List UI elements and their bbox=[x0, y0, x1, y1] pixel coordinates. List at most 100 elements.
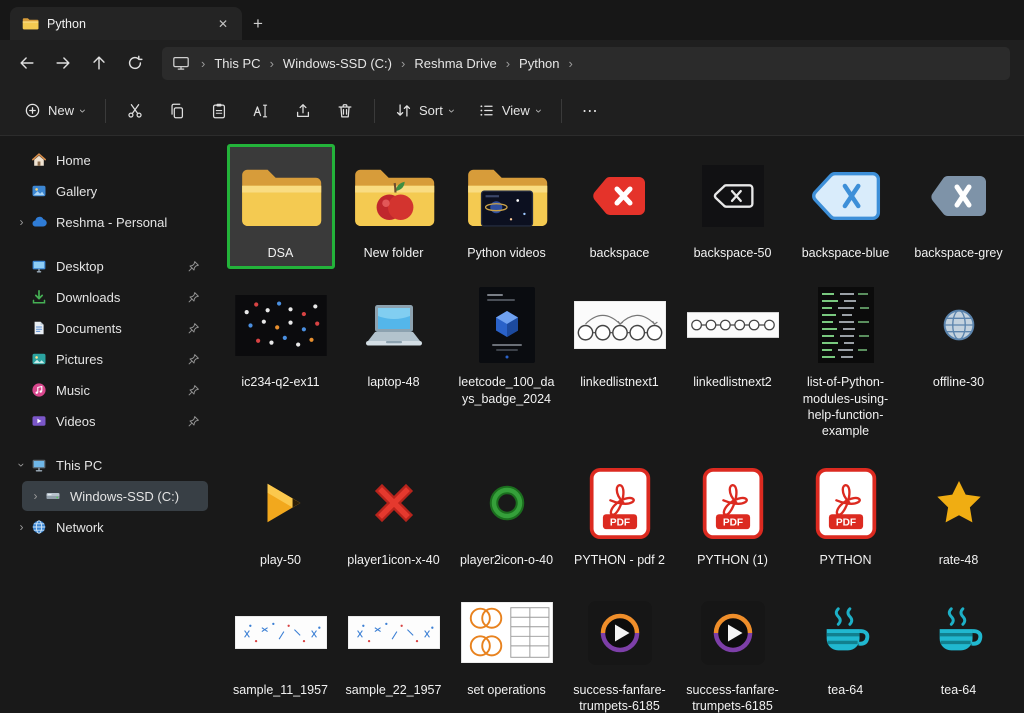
file-name: New folder bbox=[364, 245, 424, 261]
view-button[interactable]: View › bbox=[468, 95, 551, 126]
file-name: backspace bbox=[590, 245, 650, 261]
file-tile[interactable]: play-50 bbox=[227, 451, 335, 576]
file-tile[interactable]: success-fanfare-trumpets-6185 bbox=[566, 581, 674, 713]
file-tile[interactable]: backspace-blue bbox=[792, 144, 900, 269]
more-options-button[interactable]: ⋯ bbox=[572, 97, 609, 125]
expand-chevron-icon[interactable]: › bbox=[14, 216, 29, 228]
sidebar-item-label: Home bbox=[56, 153, 91, 168]
explorer-tab[interactable]: Python ✕ bbox=[10, 7, 242, 40]
breadcrumb-chevron-icon[interactable]: › bbox=[499, 56, 517, 71]
forward-button[interactable] bbox=[46, 47, 80, 79]
paste-button[interactable] bbox=[200, 94, 238, 128]
expand-chevron-icon[interactable]: › bbox=[14, 521, 29, 533]
sidebar-item-gallery[interactable]: Gallery bbox=[8, 176, 208, 206]
address-bar[interactable]: › This PC › Windows-SSD (C:) › Reshma Dr… bbox=[162, 47, 1010, 80]
sidebar-item-downloads[interactable]: Downloads bbox=[8, 282, 208, 312]
breadcrumb-windows-ssd[interactable]: Windows-SSD (C:) bbox=[281, 54, 394, 73]
file-tile[interactable]: backspace bbox=[566, 144, 674, 269]
toolbar-divider bbox=[374, 99, 375, 123]
linked-list-thumbnail bbox=[574, 279, 666, 371]
file-tile[interactable]: tea-64 bbox=[792, 581, 900, 713]
rename-button[interactable] bbox=[242, 94, 280, 128]
file-tile[interactable]: sample_11_1957 bbox=[227, 581, 335, 713]
file-tile[interactable]: PYTHON bbox=[792, 451, 900, 576]
collapse-chevron-icon[interactable]: › bbox=[16, 458, 28, 473]
file-tile[interactable]: linkedlistnext1 bbox=[566, 273, 674, 447]
view-list-icon bbox=[478, 102, 495, 119]
plus-icon: + bbox=[253, 14, 263, 34]
expand-chevron-icon[interactable]: › bbox=[28, 490, 43, 502]
sidebar-item-windows-ssd[interactable]: › Windows-SSD (C:) bbox=[22, 481, 208, 511]
refresh-icon bbox=[126, 54, 144, 72]
file-tile[interactable]: offline-30 bbox=[905, 273, 1013, 447]
back-button[interactable] bbox=[10, 47, 44, 79]
breadcrumb-this-pc[interactable]: This PC bbox=[212, 54, 262, 73]
copy-button[interactable] bbox=[158, 94, 196, 128]
file-tile[interactable]: New folder bbox=[340, 144, 448, 269]
breadcrumb-chevron-icon[interactable]: › bbox=[562, 56, 580, 71]
file-tile[interactable]: player2icon-o-40 bbox=[453, 451, 561, 576]
file-tile[interactable]: list-of-Python-modules-using-help-functi… bbox=[792, 273, 900, 447]
sidebar-item-home[interactable]: Home bbox=[8, 145, 208, 175]
file-grid: DSA New folder Python videos backspace b… bbox=[224, 144, 1024, 713]
file-tile[interactable]: PYTHON - pdf 2 bbox=[566, 451, 674, 576]
file-tile[interactable]: ic234-q2-ex11 bbox=[227, 273, 335, 447]
file-tile-dsa[interactable]: DSA bbox=[227, 144, 335, 269]
up-button[interactable] bbox=[82, 47, 116, 79]
file-name: laptop-48 bbox=[367, 374, 419, 390]
new-tab-button[interactable]: + bbox=[242, 7, 274, 40]
document-icon bbox=[31, 320, 47, 336]
file-tile[interactable]: leetcode_100_days_badge_2024 bbox=[453, 273, 561, 447]
x-mark-icon bbox=[370, 457, 418, 549]
file-name: Python videos bbox=[467, 245, 546, 261]
backspace-dark-icon bbox=[702, 150, 764, 242]
copy-icon bbox=[168, 102, 186, 120]
sort-button[interactable]: Sort › bbox=[385, 95, 464, 126]
file-tile[interactable]: rate-48 bbox=[905, 451, 1013, 576]
pin-icon bbox=[187, 260, 200, 273]
share-button[interactable] bbox=[284, 94, 322, 128]
paste-icon bbox=[210, 102, 228, 120]
file-tile[interactable]: player1icon-x-40 bbox=[340, 451, 448, 576]
refresh-button[interactable] bbox=[118, 47, 152, 79]
file-tile[interactable]: Python videos bbox=[453, 144, 561, 269]
sidebar-item-network[interactable]: › Network bbox=[8, 512, 208, 542]
tab-title: Python bbox=[47, 17, 204, 31]
delete-button[interactable] bbox=[326, 94, 364, 128]
sid ebar-item-music[interactable]: Music bbox=[8, 375, 208, 405]
sidebar-item-desktop[interactable]: Desktop bbox=[8, 251, 208, 281]
sidebar-item-onedrive-personal[interactable]: › Reshma - Personal bbox=[8, 207, 208, 237]
file-tile[interactable]: backspace-grey bbox=[905, 144, 1013, 269]
file-tile[interactable]: tea-64 bbox=[905, 581, 1013, 713]
sidebar-item-documents[interactable]: Documents bbox=[8, 313, 208, 343]
sidebar-item-pictures[interactable]: Pictures bbox=[8, 344, 208, 374]
breadcrumb-chevron-icon[interactable]: › bbox=[263, 56, 281, 71]
sidebar-item-label: Music bbox=[56, 383, 90, 398]
breadcrumb-python[interactable]: Python bbox=[517, 54, 561, 73]
file-tile[interactable]: backspace-50 bbox=[679, 144, 787, 269]
breadcrumb-reshma-drive[interactable]: Reshma Drive bbox=[412, 54, 498, 73]
new-button[interactable]: New › bbox=[14, 95, 95, 126]
plus-circle-icon bbox=[24, 102, 41, 119]
onedrive-cloud-icon bbox=[31, 214, 47, 230]
file-name: list-of-Python-modules-using-help-functi… bbox=[797, 374, 895, 439]
folder-with-apple-icon bbox=[351, 150, 437, 242]
breadcrumb-chevron-icon[interactable]: › bbox=[194, 56, 212, 71]
pictures-icon bbox=[31, 351, 47, 367]
file-tile[interactable]: laptop-48 bbox=[340, 273, 448, 447]
file-tile[interactable]: linkedlistnext2 bbox=[679, 273, 787, 447]
sidebar-item-label: Videos bbox=[56, 414, 96, 429]
cut-button[interactable] bbox=[116, 94, 154, 128]
tab-close-button[interactable]: ✕ bbox=[212, 13, 234, 35]
file-tile[interactable]: PYTHON (1) bbox=[679, 451, 787, 576]
titlebar: Python ✕ + bbox=[0, 0, 1024, 40]
file-tile[interactable]: success-fanfare-trumpets-6185 bbox=[679, 581, 787, 713]
sidebar-item-this-pc[interactable]: › This PC bbox=[8, 450, 208, 480]
sidebar-item-videos[interactable]: Videos bbox=[8, 406, 208, 436]
file-tile[interactable]: set operations bbox=[453, 581, 561, 713]
sort-button-label: Sort bbox=[419, 103, 443, 118]
file-tile[interactable]: sample_22_1957 bbox=[340, 581, 448, 713]
linked-list-thumbnail bbox=[687, 279, 779, 371]
breadcrumb-chevron-icon[interactable]: › bbox=[394, 56, 412, 71]
venn-diagram-thumbnail bbox=[461, 587, 553, 679]
